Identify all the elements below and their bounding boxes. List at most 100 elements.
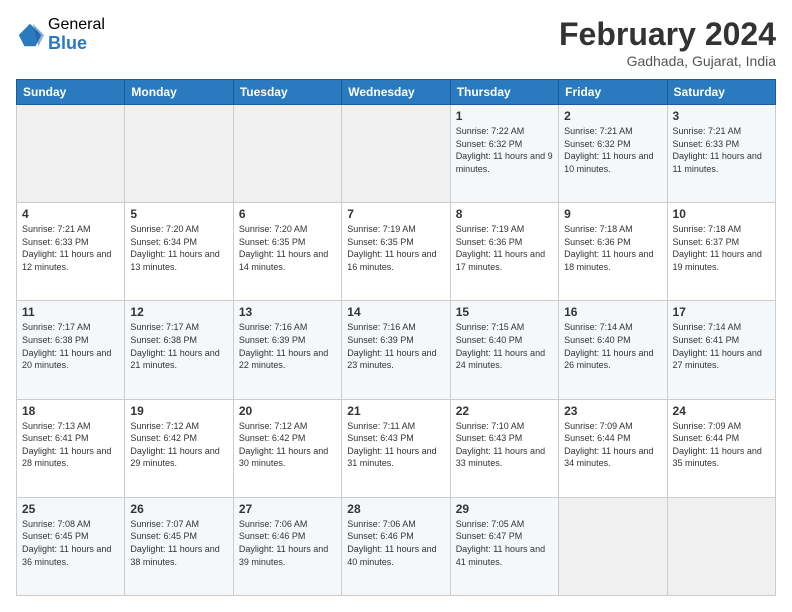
day-info: Sunrise: 7:07 AM Sunset: 6:45 PM Dayligh… [130, 518, 227, 568]
day-number: 8 [456, 207, 553, 221]
day-info: Sunrise: 7:08 AM Sunset: 6:45 PM Dayligh… [22, 518, 119, 568]
day-number: 14 [347, 305, 444, 319]
calendar-cell: 22Sunrise: 7:10 AM Sunset: 6:43 PM Dayli… [450, 399, 558, 497]
calendar-cell: 23Sunrise: 7:09 AM Sunset: 6:44 PM Dayli… [559, 399, 667, 497]
day-number: 27 [239, 502, 336, 516]
day-info: Sunrise: 7:05 AM Sunset: 6:47 PM Dayligh… [456, 518, 553, 568]
day-number: 28 [347, 502, 444, 516]
day-number: 17 [673, 305, 770, 319]
calendar: SundayMondayTuesdayWednesdayThursdayFrid… [16, 79, 776, 596]
day-number: 10 [673, 207, 770, 221]
calendar-cell: 3 Sunrise: 7:21 AM Sunset: 6:33 PM Daylig… [667, 105, 775, 203]
calendar-cell: 12 Sunrise: 7:17 AM Sunset: 6:38 PM Dayli… [125, 301, 233, 399]
day-info: Sunrise: 7:13 AM Sunset: 6:41 PM Dayligh… [22, 420, 119, 470]
day-info: Sunrise: 7:10 AM Sunset: 6:43 PM Dayligh… [456, 420, 553, 470]
subtitle: Gadhada, Gujarat, India [559, 53, 776, 69]
header: General Blue February 2024 Gadhada, Guja… [16, 16, 776, 69]
calendar-cell [667, 497, 775, 595]
day-number: 19 [130, 404, 227, 418]
day-info: Sunrise: 7:14 AM Sunset: 6:40 PM Dayligh… [564, 321, 661, 371]
calendar-cell: 13 Sunrise: 7:16 AM Sunset: 6:39 PM Dayli… [233, 301, 341, 399]
calendar-cell: 26 Sunrise: 7:07 AM Sunset: 6:45 PM Dayli… [125, 497, 233, 595]
calendar-cell: 29 Sunrise: 7:05 AM Sunset: 6:47 PM Dayli… [450, 497, 558, 595]
day-header-friday: Friday [559, 80, 667, 105]
calendar-cell: 15Sunrise: 7:15 AM Sunset: 6:40 PM Dayli… [450, 301, 558, 399]
calendar-cell: 1Sunrise: 7:22 AM Sunset: 6:32 PM Daylig… [450, 105, 558, 203]
day-info: Sunrise: 7:19 AM Sunset: 6:35 PM Dayligh… [347, 223, 444, 273]
day-info: Sunrise: 7:06 AM Sunset: 6:46 PM Dayligh… [347, 518, 444, 568]
days-header-row: SundayMondayTuesdayWednesdayThursdayFrid… [17, 80, 776, 105]
calendar-cell [125, 105, 233, 203]
day-number: 29 [456, 502, 553, 516]
calendar-cell: 17 Sunrise: 7:14 AM Sunset: 6:41 PM Dayli… [667, 301, 775, 399]
day-header-thursday: Thursday [450, 80, 558, 105]
day-number: 7 [347, 207, 444, 221]
day-info: Sunrise: 7:20 AM Sunset: 6:35 PM Dayligh… [239, 223, 336, 273]
calendar-cell: 21 Sunrise: 7:11 AM Sunset: 6:43 PM Dayli… [342, 399, 450, 497]
week-row-4: 18 Sunrise: 7:13 AM Sunset: 6:41 PM Dayli… [17, 399, 776, 497]
day-info: Sunrise: 7:12 AM Sunset: 6:42 PM Dayligh… [130, 420, 227, 470]
day-info: Sunrise: 7:21 AM Sunset: 6:33 PM Dayligh… [673, 125, 770, 175]
day-info: Sunrise: 7:21 AM Sunset: 6:32 PM Dayligh… [564, 125, 661, 175]
day-info: Sunrise: 7:14 AM Sunset: 6:41 PM Dayligh… [673, 321, 770, 371]
logo-icon [16, 21, 44, 49]
calendar-cell [559, 497, 667, 595]
day-info: Sunrise: 7:18 AM Sunset: 6:37 PM Dayligh… [673, 223, 770, 273]
day-info: Sunrise: 7:16 AM Sunset: 6:39 PM Dayligh… [239, 321, 336, 371]
calendar-cell: 9Sunrise: 7:18 AM Sunset: 6:36 PM Daylig… [559, 203, 667, 301]
day-info: Sunrise: 7:09 AM Sunset: 6:44 PM Dayligh… [673, 420, 770, 470]
logo-blue: Blue [48, 34, 105, 54]
day-info: Sunrise: 7:19 AM Sunset: 6:36 PM Dayligh… [456, 223, 553, 273]
calendar-cell: 25 Sunrise: 7:08 AM Sunset: 6:45 PM Dayli… [17, 497, 125, 595]
day-info: Sunrise: 7:21 AM Sunset: 6:33 PM Dayligh… [22, 223, 119, 273]
day-info: Sunrise: 7:17 AM Sunset: 6:38 PM Dayligh… [130, 321, 227, 371]
calendar-cell: 8 Sunrise: 7:19 AM Sunset: 6:36 PM Daylig… [450, 203, 558, 301]
calendar-cell: 7 Sunrise: 7:19 AM Sunset: 6:35 PM Daylig… [342, 203, 450, 301]
day-info: Sunrise: 7:18 AM Sunset: 6:36 PM Dayligh… [564, 223, 661, 273]
calendar-cell: 27 Sunrise: 7:06 AM Sunset: 6:46 PM Dayli… [233, 497, 341, 595]
day-info: Sunrise: 7:15 AM Sunset: 6:40 PM Dayligh… [456, 321, 553, 371]
day-info: Sunrise: 7:12 AM Sunset: 6:42 PM Dayligh… [239, 420, 336, 470]
day-info: Sunrise: 7:11 AM Sunset: 6:43 PM Dayligh… [347, 420, 444, 470]
day-number: 18 [22, 404, 119, 418]
calendar-cell: 11 Sunrise: 7:17 AM Sunset: 6:38 PM Dayli… [17, 301, 125, 399]
day-info: Sunrise: 7:06 AM Sunset: 6:46 PM Dayligh… [239, 518, 336, 568]
calendar-cell: 14 Sunrise: 7:16 AM Sunset: 6:39 PM Dayli… [342, 301, 450, 399]
calendar-cell: 24Sunrise: 7:09 AM Sunset: 6:44 PM Dayli… [667, 399, 775, 497]
day-number: 13 [239, 305, 336, 319]
day-info: Sunrise: 7:20 AM Sunset: 6:34 PM Dayligh… [130, 223, 227, 273]
calendar-cell [342, 105, 450, 203]
calendar-cell: 2 Sunrise: 7:21 AM Sunset: 6:32 PM Daylig… [559, 105, 667, 203]
day-info: Sunrise: 7:17 AM Sunset: 6:38 PM Dayligh… [22, 321, 119, 371]
week-row-3: 11 Sunrise: 7:17 AM Sunset: 6:38 PM Dayli… [17, 301, 776, 399]
day-number: 12 [130, 305, 227, 319]
day-number: 23 [564, 404, 661, 418]
calendar-cell: 28 Sunrise: 7:06 AM Sunset: 6:46 PM Dayli… [342, 497, 450, 595]
day-header-tuesday: Tuesday [233, 80, 341, 105]
day-header-sunday: Sunday [17, 80, 125, 105]
day-header-saturday: Saturday [667, 80, 775, 105]
page: General Blue February 2024 Gadhada, Guja… [0, 0, 792, 612]
calendar-cell: 4Sunrise: 7:21 AM Sunset: 6:33 PM Daylig… [17, 203, 125, 301]
day-header-monday: Monday [125, 80, 233, 105]
calendar-cell: 20Sunrise: 7:12 AM Sunset: 6:42 PM Dayli… [233, 399, 341, 497]
day-number: 26 [130, 502, 227, 516]
calendar-body: 1Sunrise: 7:22 AM Sunset: 6:32 PM Daylig… [17, 105, 776, 596]
calendar-cell: 5 Sunrise: 7:20 AM Sunset: 6:34 PM Daylig… [125, 203, 233, 301]
calendar-cell: 10 Sunrise: 7:18 AM Sunset: 6:37 PM Dayli… [667, 203, 775, 301]
week-row-5: 25 Sunrise: 7:08 AM Sunset: 6:45 PM Dayli… [17, 497, 776, 595]
main-title: February 2024 [559, 16, 776, 53]
day-number: 2 [564, 109, 661, 123]
day-number: 6 [239, 207, 336, 221]
day-info: Sunrise: 7:16 AM Sunset: 6:39 PM Dayligh… [347, 321, 444, 371]
logo-text: General Blue [48, 16, 105, 53]
day-number: 11 [22, 305, 119, 319]
day-number: 21 [347, 404, 444, 418]
calendar-cell: 19 Sunrise: 7:12 AM Sunset: 6:42 PM Dayli… [125, 399, 233, 497]
logo: General Blue [16, 16, 105, 53]
day-number: 25 [22, 502, 119, 516]
week-row-2: 4Sunrise: 7:21 AM Sunset: 6:33 PM Daylig… [17, 203, 776, 301]
day-info: Sunrise: 7:22 AM Sunset: 6:32 PM Dayligh… [456, 125, 553, 175]
day-number: 3 [673, 109, 770, 123]
day-number: 5 [130, 207, 227, 221]
